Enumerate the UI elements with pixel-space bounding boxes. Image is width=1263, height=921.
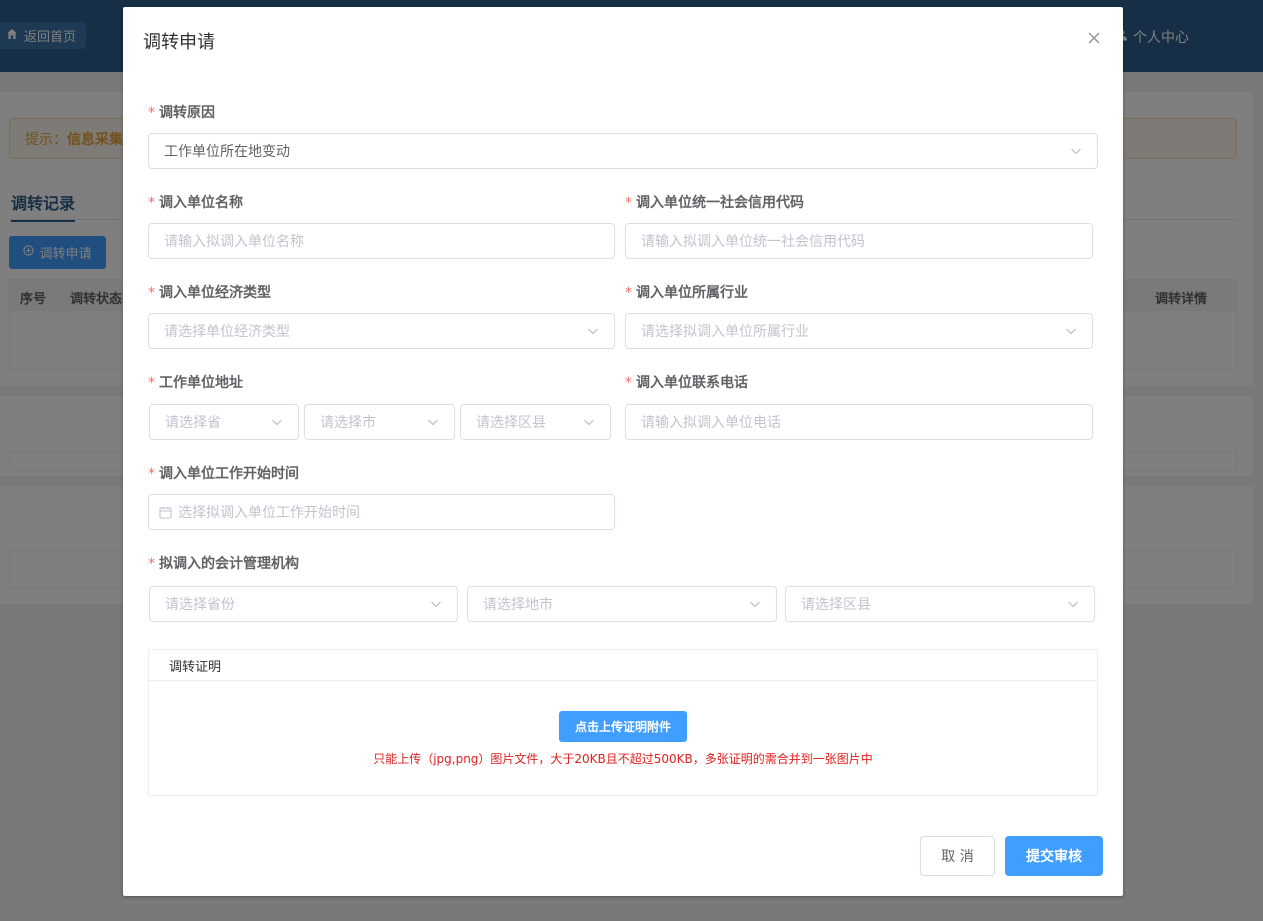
- accounting-city-placeholder: 请选择地市: [483, 597, 553, 613]
- chevron-down-icon: [428, 419, 438, 426]
- chevron-down-icon: [272, 419, 282, 426]
- required-mark: *: [625, 375, 632, 391]
- start-time-label: * 调入单位工作开始时间: [148, 466, 299, 482]
- accounting-province-placeholder: 请选择省份: [165, 597, 235, 613]
- reason-select[interactable]: 工作单位所在地变动: [148, 133, 1098, 169]
- address-city-placeholder: 请选择市: [320, 415, 376, 431]
- upload-section: 调转证明 点击上传证明附件 只能上传（jpg,png）图片文件，大于20KB且不…: [148, 649, 1098, 796]
- address-label: * 工作单位地址: [148, 375, 243, 391]
- accounting-org-label: * 拟调入的会计管理机构: [148, 556, 299, 572]
- phone-input[interactable]: 请输入拟调入单位电话: [625, 404, 1093, 440]
- unit-name-label: * 调入单位名称: [148, 195, 243, 211]
- dialog-title: 调转申请: [143, 32, 215, 53]
- chevron-down-icon: [1066, 328, 1076, 335]
- economic-type-select[interactable]: 请选择单位经济类型: [148, 313, 615, 349]
- chevron-down-icon: [431, 601, 441, 608]
- chevron-down-icon: [1068, 601, 1078, 608]
- upload-button[interactable]: 点击上传证明附件: [559, 711, 687, 742]
- industry-placeholder: 请选择拟调入单位所属行业: [641, 324, 809, 340]
- economic-type-label: * 调入单位经济类型: [148, 285, 271, 301]
- accounting-district-placeholder: 请选择区县: [801, 597, 871, 613]
- chevron-down-icon: [584, 419, 594, 426]
- required-mark: *: [625, 285, 632, 301]
- required-mark: *: [148, 195, 155, 211]
- address-district-select[interactable]: 请选择区县: [460, 404, 611, 440]
- required-mark: *: [148, 556, 155, 572]
- required-mark: *: [148, 375, 155, 391]
- accounting-district-select[interactable]: 请选择区县: [785, 586, 1095, 622]
- cancel-button[interactable]: 取 消: [920, 836, 995, 876]
- industry-label: * 调入单位所属行业: [625, 285, 748, 301]
- required-mark: *: [148, 466, 155, 482]
- chevron-down-icon: [588, 328, 598, 335]
- calendar-icon: [159, 506, 172, 519]
- credit-code-placeholder: 请输入拟调入单位统一社会信用代码: [641, 234, 865, 250]
- transfer-apply-dialog: 调转申请 * 调转原因 工作单位所在地变动 * 调入单位名称 请输入拟调入单位名称 …: [123, 7, 1123, 896]
- phone-label: * 调入单位联系电话: [625, 375, 748, 391]
- address-province-select[interactable]: 请选择省: [149, 404, 299, 440]
- required-mark: *: [625, 195, 632, 211]
- close-icon[interactable]: [1087, 31, 1101, 45]
- chevron-down-icon: [1071, 148, 1081, 155]
- submit-review-button[interactable]: 提交审核: [1005, 836, 1103, 876]
- start-time-picker[interactable]: 选择拟调入单位工作开始时间: [148, 494, 615, 530]
- economic-type-placeholder: 请选择单位经济类型: [164, 324, 290, 340]
- unit-name-input[interactable]: 请输入拟调入单位名称: [148, 223, 615, 259]
- credit-code-input[interactable]: 请输入拟调入单位统一社会信用代码: [625, 223, 1093, 259]
- address-district-placeholder: 请选择区县: [476, 415, 546, 431]
- accounting-city-select[interactable]: 请选择地市: [467, 586, 777, 622]
- credit-code-label: * 调入单位统一社会信用代码: [625, 195, 804, 211]
- chevron-down-icon: [750, 601, 760, 608]
- reason-value: 工作单位所在地变动: [164, 144, 290, 160]
- address-province-placeholder: 请选择省: [165, 415, 221, 431]
- unit-name-placeholder: 请输入拟调入单位名称: [164, 234, 304, 250]
- upload-section-title: 调转证明: [149, 650, 1097, 681]
- start-time-placeholder: 选择拟调入单位工作开始时间: [178, 505, 360, 521]
- industry-select[interactable]: 请选择拟调入单位所属行业: [625, 313, 1093, 349]
- reason-label: * 调转原因: [148, 105, 215, 121]
- address-city-select[interactable]: 请选择市: [304, 404, 455, 440]
- phone-placeholder: 请输入拟调入单位电话: [641, 415, 781, 431]
- upload-tip: 只能上传（jpg,png）图片文件，大于20KB且不超过500KB，多张证明的需…: [373, 752, 873, 766]
- required-mark: *: [148, 285, 155, 301]
- required-mark: *: [148, 105, 155, 121]
- accounting-province-select[interactable]: 请选择省份: [149, 586, 458, 622]
